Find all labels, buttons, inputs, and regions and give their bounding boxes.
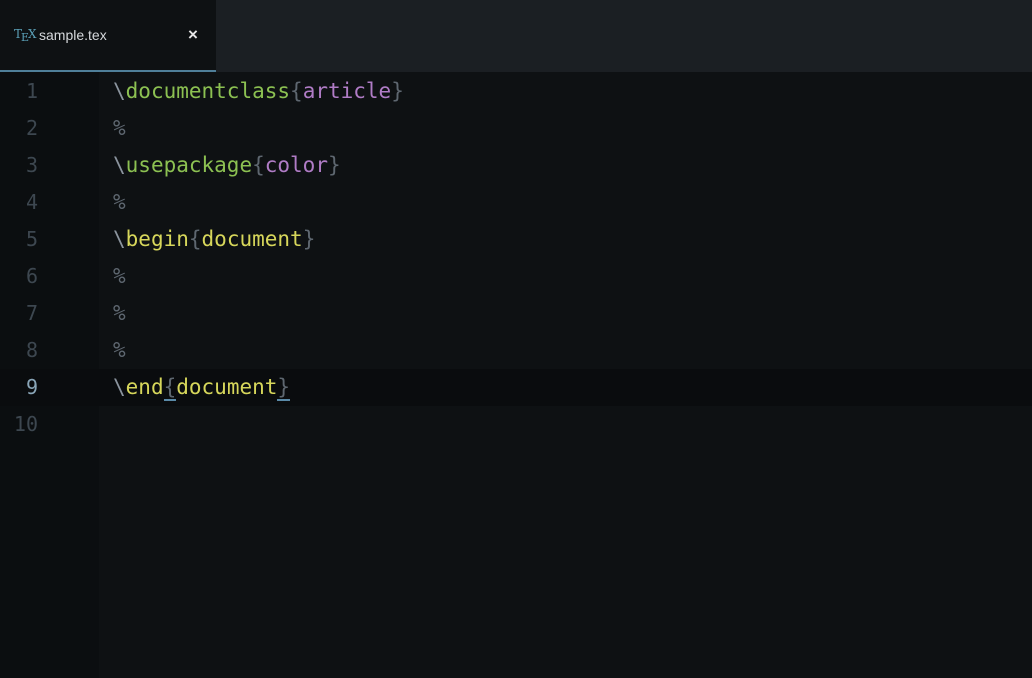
code-line[interactable]: 10 <box>0 406 1032 443</box>
code-text: \usepackage{color} <box>113 153 341 177</box>
code-line[interactable]: 8 % <box>0 332 1032 369</box>
tex-file-icon: TEX <box>14 27 37 44</box>
code-text: % <box>113 110 126 147</box>
code-line[interactable]: 2 % <box>0 110 1032 147</box>
line-number: 5 <box>25 227 38 251</box>
code-line-current[interactable]: 9 \end{document} <box>0 369 1032 406</box>
comment: % <box>113 338 126 362</box>
comment: % <box>113 264 126 288</box>
line-number: 10 <box>13 412 38 436</box>
latex-command: begin <box>125 227 189 251</box>
code-editor[interactable]: 1 \documentclass{article} 2 % 3 \usepack… <box>0 72 1032 678</box>
code-text: % <box>113 258 126 295</box>
code-text: \begin{document} <box>113 227 316 251</box>
comment: % <box>113 301 126 325</box>
editor-window: TEX sample.tex × 1 \documentclass{articl… <box>0 0 1032 678</box>
code-line[interactable]: 7 % <box>0 295 1032 332</box>
tab-sample-tex[interactable]: TEX sample.tex × <box>0 0 216 72</box>
close-icon[interactable]: × <box>185 26 201 44</box>
matched-brace: { <box>163 375 177 401</box>
latex-command: documentclass <box>125 79 291 103</box>
line-number: 2 <box>25 116 38 140</box>
latex-command: end <box>125 375 164 399</box>
line-number: 8 <box>25 338 38 362</box>
line-number: 4 <box>25 190 38 214</box>
matched-brace: } <box>277 375 291 401</box>
code-line[interactable]: 4 % <box>0 184 1032 221</box>
line-number: 6 <box>25 264 38 288</box>
code-text: % <box>113 184 126 221</box>
code-text: % <box>113 295 126 332</box>
latex-command: usepackage <box>125 153 253 177</box>
line-number: 1 <box>25 79 38 103</box>
code-text: % <box>113 332 126 369</box>
code-line[interactable]: 5 \begin{document} <box>0 221 1032 258</box>
comment: % <box>113 116 126 140</box>
latex-environment: document <box>176 375 278 399</box>
code-text: \documentclass{article} <box>113 79 404 103</box>
code-line[interactable]: 1 \documentclass{article} <box>0 73 1032 110</box>
tab-bar: TEX sample.tex × <box>0 0 1032 72</box>
code-line[interactable]: 3 \usepackage{color} <box>0 147 1032 184</box>
latex-environment: document <box>201 227 303 251</box>
code-line[interactable]: 6 % <box>0 258 1032 295</box>
comment: % <box>113 190 126 214</box>
latex-argument: article <box>302 79 392 103</box>
code-text: \end{document} <box>113 375 291 401</box>
tab-title: sample.tex <box>39 27 107 43</box>
line-number: 9 <box>25 375 38 399</box>
line-number: 7 <box>25 301 38 325</box>
latex-argument: color <box>264 153 328 177</box>
line-number: 3 <box>25 153 38 177</box>
